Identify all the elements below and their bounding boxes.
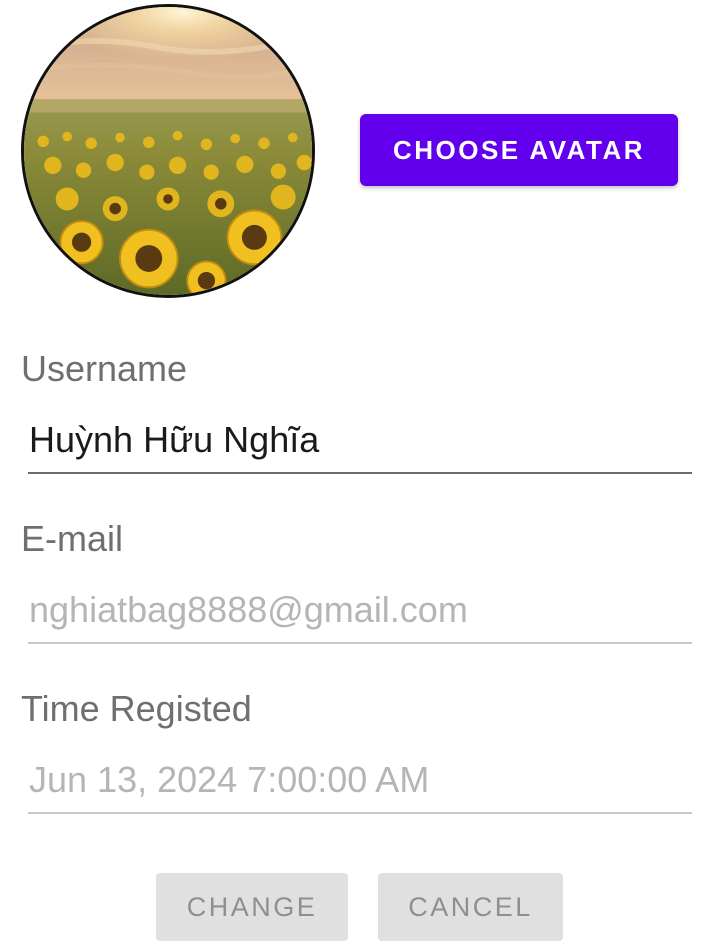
username-label: Username xyxy=(21,348,188,389)
email-underline xyxy=(28,642,692,644)
time-registered-label: Time Registed xyxy=(21,688,252,729)
email-field: nghiatbag8888@gmail.com xyxy=(28,588,692,644)
avatar-image xyxy=(21,4,315,298)
time-registered-field: Jun 13, 2024 7:00:00 AM xyxy=(28,758,692,814)
username-field[interactable]: Huỳnh Hữu Nghĩa xyxy=(28,418,692,474)
username-value: Huỳnh Hữu Nghĩa xyxy=(29,419,320,460)
email-value: nghiatbag8888@gmail.com xyxy=(29,589,468,630)
time-registered-underline xyxy=(28,812,692,814)
cancel-button[interactable]: CANCEL xyxy=(378,873,563,941)
choose-avatar-button[interactable]: CHOOSE AVATAR xyxy=(360,114,678,186)
username-underline xyxy=(28,472,692,474)
email-label: E-mail xyxy=(21,518,124,559)
sunflower-field-photo-icon xyxy=(24,7,312,295)
time-registered-value: Jun 13, 2024 7:00:00 AM xyxy=(29,759,430,800)
change-button[interactable]: CHANGE xyxy=(156,873,348,941)
profile-screen: CHOOSE AVATAR Username Huỳnh Hữu Nghĩa E… xyxy=(0,0,720,941)
